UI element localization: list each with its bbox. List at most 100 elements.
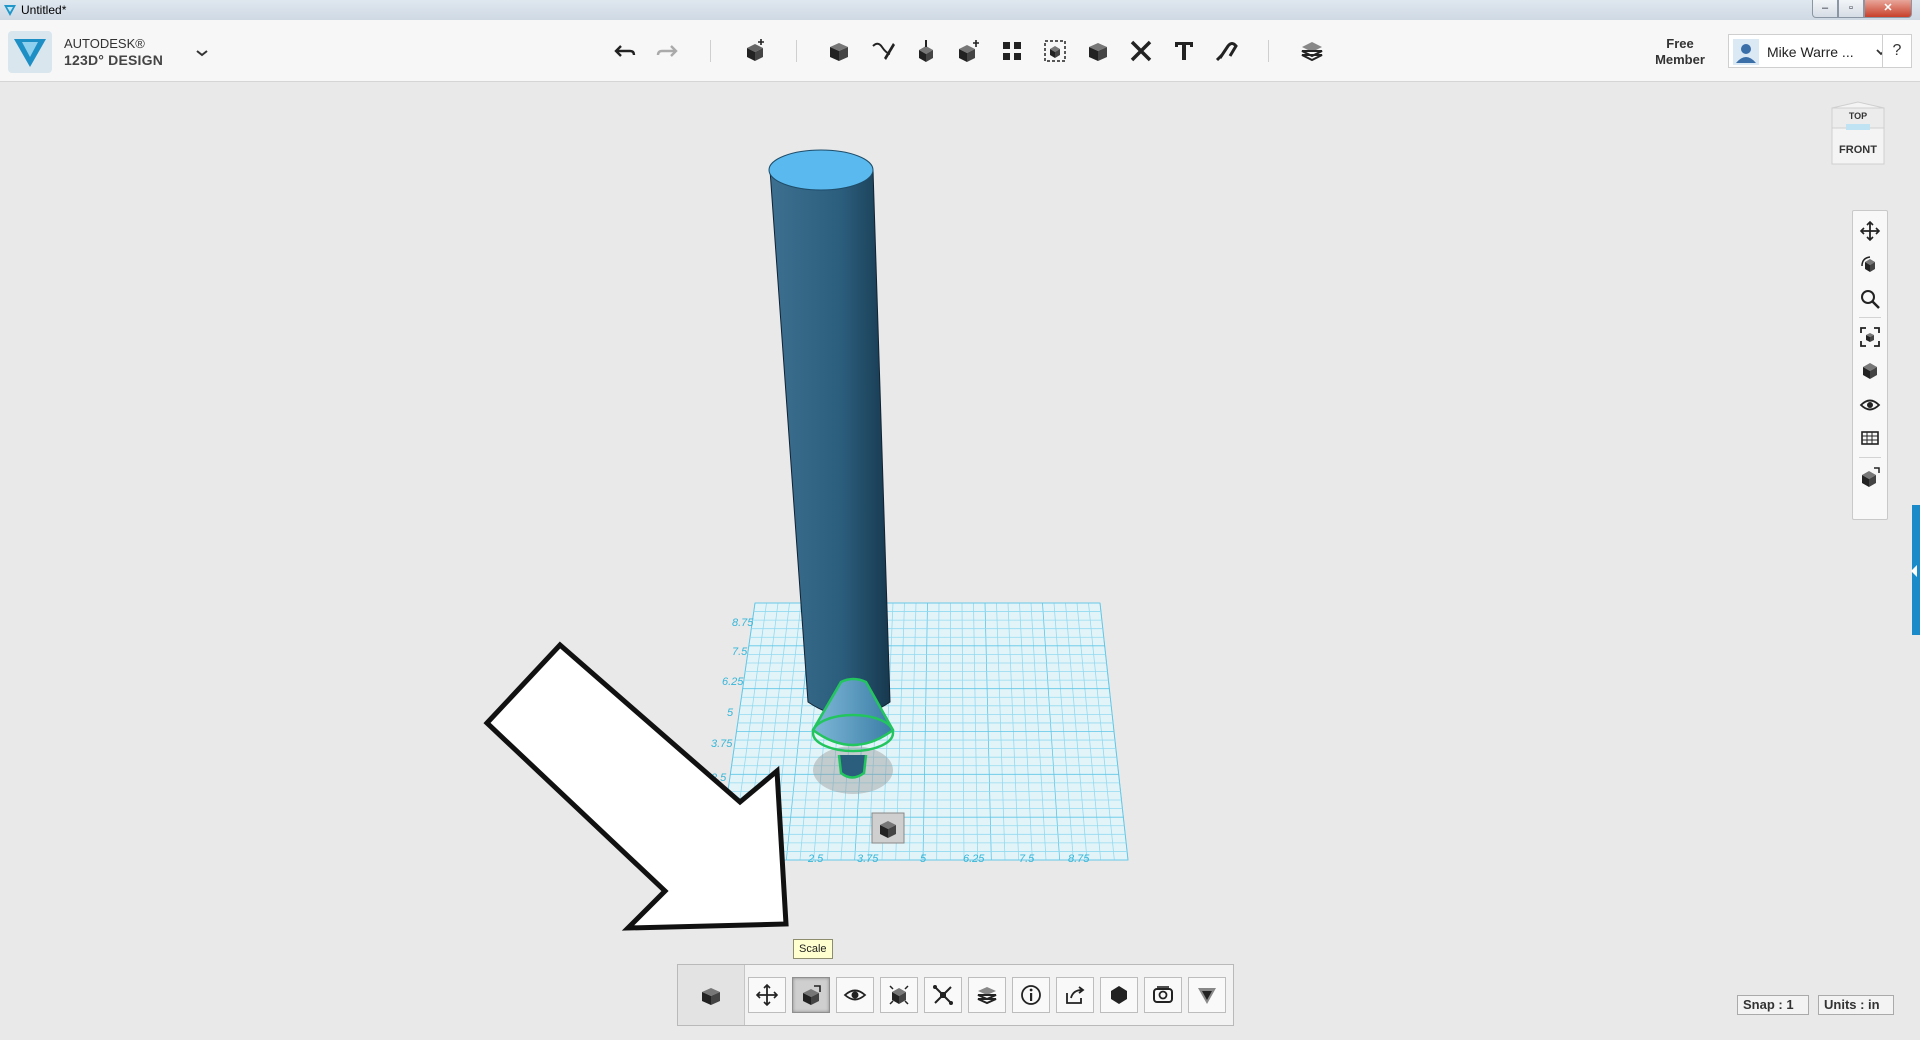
app-logo-icon[interactable] bbox=[8, 31, 52, 73]
membership-label: Free bbox=[1666, 36, 1694, 51]
grid-line bbox=[922, 602, 928, 861]
object-shadow bbox=[813, 746, 893, 794]
close-button[interactable]: ✕ bbox=[1864, 0, 1912, 18]
view-cube-top-label[interactable]: TOP bbox=[1834, 111, 1882, 121]
modify-button[interactable] bbox=[952, 34, 986, 68]
undo-icon bbox=[614, 45, 636, 57]
sketch-button[interactable] bbox=[866, 34, 900, 68]
modify-icon bbox=[959, 40, 979, 62]
help-button[interactable]: ? bbox=[1882, 34, 1912, 68]
snap-setting[interactable]: Snap : 1 bbox=[1737, 995, 1809, 1015]
user-name: Mike Warre ... bbox=[1767, 44, 1854, 60]
eye-icon bbox=[1859, 399, 1881, 411]
redo-button[interactable] bbox=[650, 34, 684, 68]
snap-icon bbox=[1215, 42, 1238, 62]
grouping-button[interactable] bbox=[1038, 34, 1072, 68]
construct-button[interactable] bbox=[909, 34, 943, 68]
grid-line bbox=[996, 602, 1006, 861]
units-setting[interactable]: Units : in bbox=[1818, 995, 1894, 1015]
grid-y-label: 6.25 bbox=[722, 676, 744, 688]
nav-separator bbox=[1859, 457, 1881, 458]
grid-line bbox=[813, 602, 836, 861]
grid-x-label: 5 bbox=[920, 853, 927, 865]
selection-mode-button[interactable] bbox=[1856, 463, 1884, 491]
maximize-button[interactable]: ▫ bbox=[1838, 0, 1864, 18]
hide-tool-button[interactable] bbox=[836, 977, 874, 1013]
minimize-button[interactable]: – bbox=[1812, 0, 1838, 18]
cube-view-icon bbox=[1863, 363, 1877, 379]
membership-label-line2: Member bbox=[1655, 52, 1705, 67]
grid-y-label: 8.75 bbox=[732, 617, 754, 629]
shell-button[interactable] bbox=[1144, 977, 1182, 1013]
fit-button[interactable] bbox=[1856, 323, 1884, 351]
grid-line bbox=[717, 602, 756, 861]
pan-button[interactable] bbox=[1856, 217, 1884, 245]
context-toolbar bbox=[677, 964, 1234, 1026]
toolbar-separator bbox=[796, 40, 797, 62]
move-tool-button[interactable] bbox=[748, 977, 786, 1013]
selected-object-button[interactable] bbox=[678, 965, 745, 1025]
shell-icon bbox=[1153, 986, 1173, 1003]
fit-icon bbox=[1860, 327, 1880, 347]
material-button[interactable] bbox=[1100, 977, 1138, 1013]
export-button[interactable] bbox=[1056, 977, 1094, 1013]
grid-line bbox=[1076, 602, 1102, 861]
scale-icon bbox=[803, 985, 821, 1005]
scale-tool-button[interactable] bbox=[792, 977, 830, 1013]
app-icon bbox=[4, 5, 16, 16]
orbit-button[interactable] bbox=[1856, 251, 1884, 279]
materials-view-button[interactable] bbox=[1856, 425, 1884, 453]
tweak-tool-button[interactable] bbox=[924, 977, 962, 1013]
tweak-icon bbox=[933, 985, 953, 1005]
grid-x-label: 6.25 bbox=[963, 853, 985, 865]
grid-y-label: 5 bbox=[727, 707, 734, 719]
grid-line bbox=[867, 602, 882, 861]
transform-button[interactable] bbox=[738, 34, 772, 68]
split-solid-button[interactable] bbox=[1188, 977, 1226, 1013]
default-view-button[interactable] bbox=[1856, 357, 1884, 385]
grid-line bbox=[731, 602, 767, 861]
snap-button[interactable] bbox=[1210, 34, 1244, 68]
grid-line bbox=[799, 602, 825, 861]
navigation-bar bbox=[1852, 210, 1888, 520]
primitives-icon bbox=[830, 43, 848, 61]
export-icon bbox=[1066, 986, 1085, 1004]
cylinder-object[interactable] bbox=[768, 149, 891, 717]
text-button[interactable] bbox=[1167, 34, 1201, 68]
work-plane-grid[interactable] bbox=[717, 602, 1129, 861]
grid-line bbox=[840, 602, 859, 861]
grid-line bbox=[785, 602, 813, 861]
user-menu[interactable]: Mike Warre ... bbox=[1728, 34, 1892, 68]
grid-y-label: 3.75 bbox=[711, 738, 733, 750]
grid-line bbox=[1007, 602, 1020, 861]
grid-x-label: 8.75 bbox=[1068, 853, 1090, 865]
avatar bbox=[1733, 39, 1759, 65]
grid-y-label: 7.5 bbox=[732, 646, 748, 658]
pattern-icon bbox=[1003, 42, 1021, 60]
press-pull-button[interactable] bbox=[968, 977, 1006, 1013]
grid-line bbox=[1099, 602, 1129, 861]
properties-button[interactable] bbox=[1012, 977, 1050, 1013]
view-cube-front-label[interactable]: FRONT bbox=[1832, 144, 1884, 156]
smart-scale-button[interactable] bbox=[880, 977, 918, 1013]
measure-button[interactable] bbox=[1124, 34, 1158, 68]
grid-line bbox=[1088, 602, 1115, 861]
pattern-button[interactable] bbox=[995, 34, 1029, 68]
combine-button[interactable] bbox=[1081, 34, 1115, 68]
grid-line bbox=[984, 602, 992, 861]
eye-icon bbox=[843, 989, 867, 1001]
app-menu-chevron-down-icon[interactable] bbox=[194, 45, 210, 61]
visibility-button[interactable] bbox=[1856, 391, 1884, 419]
side-panel-arrow-icon bbox=[1911, 565, 1917, 577]
zoom-button[interactable] bbox=[1856, 285, 1884, 313]
annotation-arrow bbox=[483, 641, 789, 931]
viewport[interactable]: 8.75 7.5 6.25 5 3.75 2.5 2.5 3.75 5 6.25… bbox=[0, 0, 1920, 1040]
grid-line bbox=[973, 602, 979, 861]
primitives-button[interactable] bbox=[822, 34, 856, 68]
undo-button[interactable] bbox=[608, 34, 642, 68]
materials-button[interactable] bbox=[1295, 34, 1329, 68]
selected-cone-object[interactable] bbox=[811, 677, 895, 779]
grid-line bbox=[895, 602, 905, 861]
manipulator-handle[interactable] bbox=[871, 812, 905, 844]
combine-icon bbox=[1089, 43, 1107, 61]
